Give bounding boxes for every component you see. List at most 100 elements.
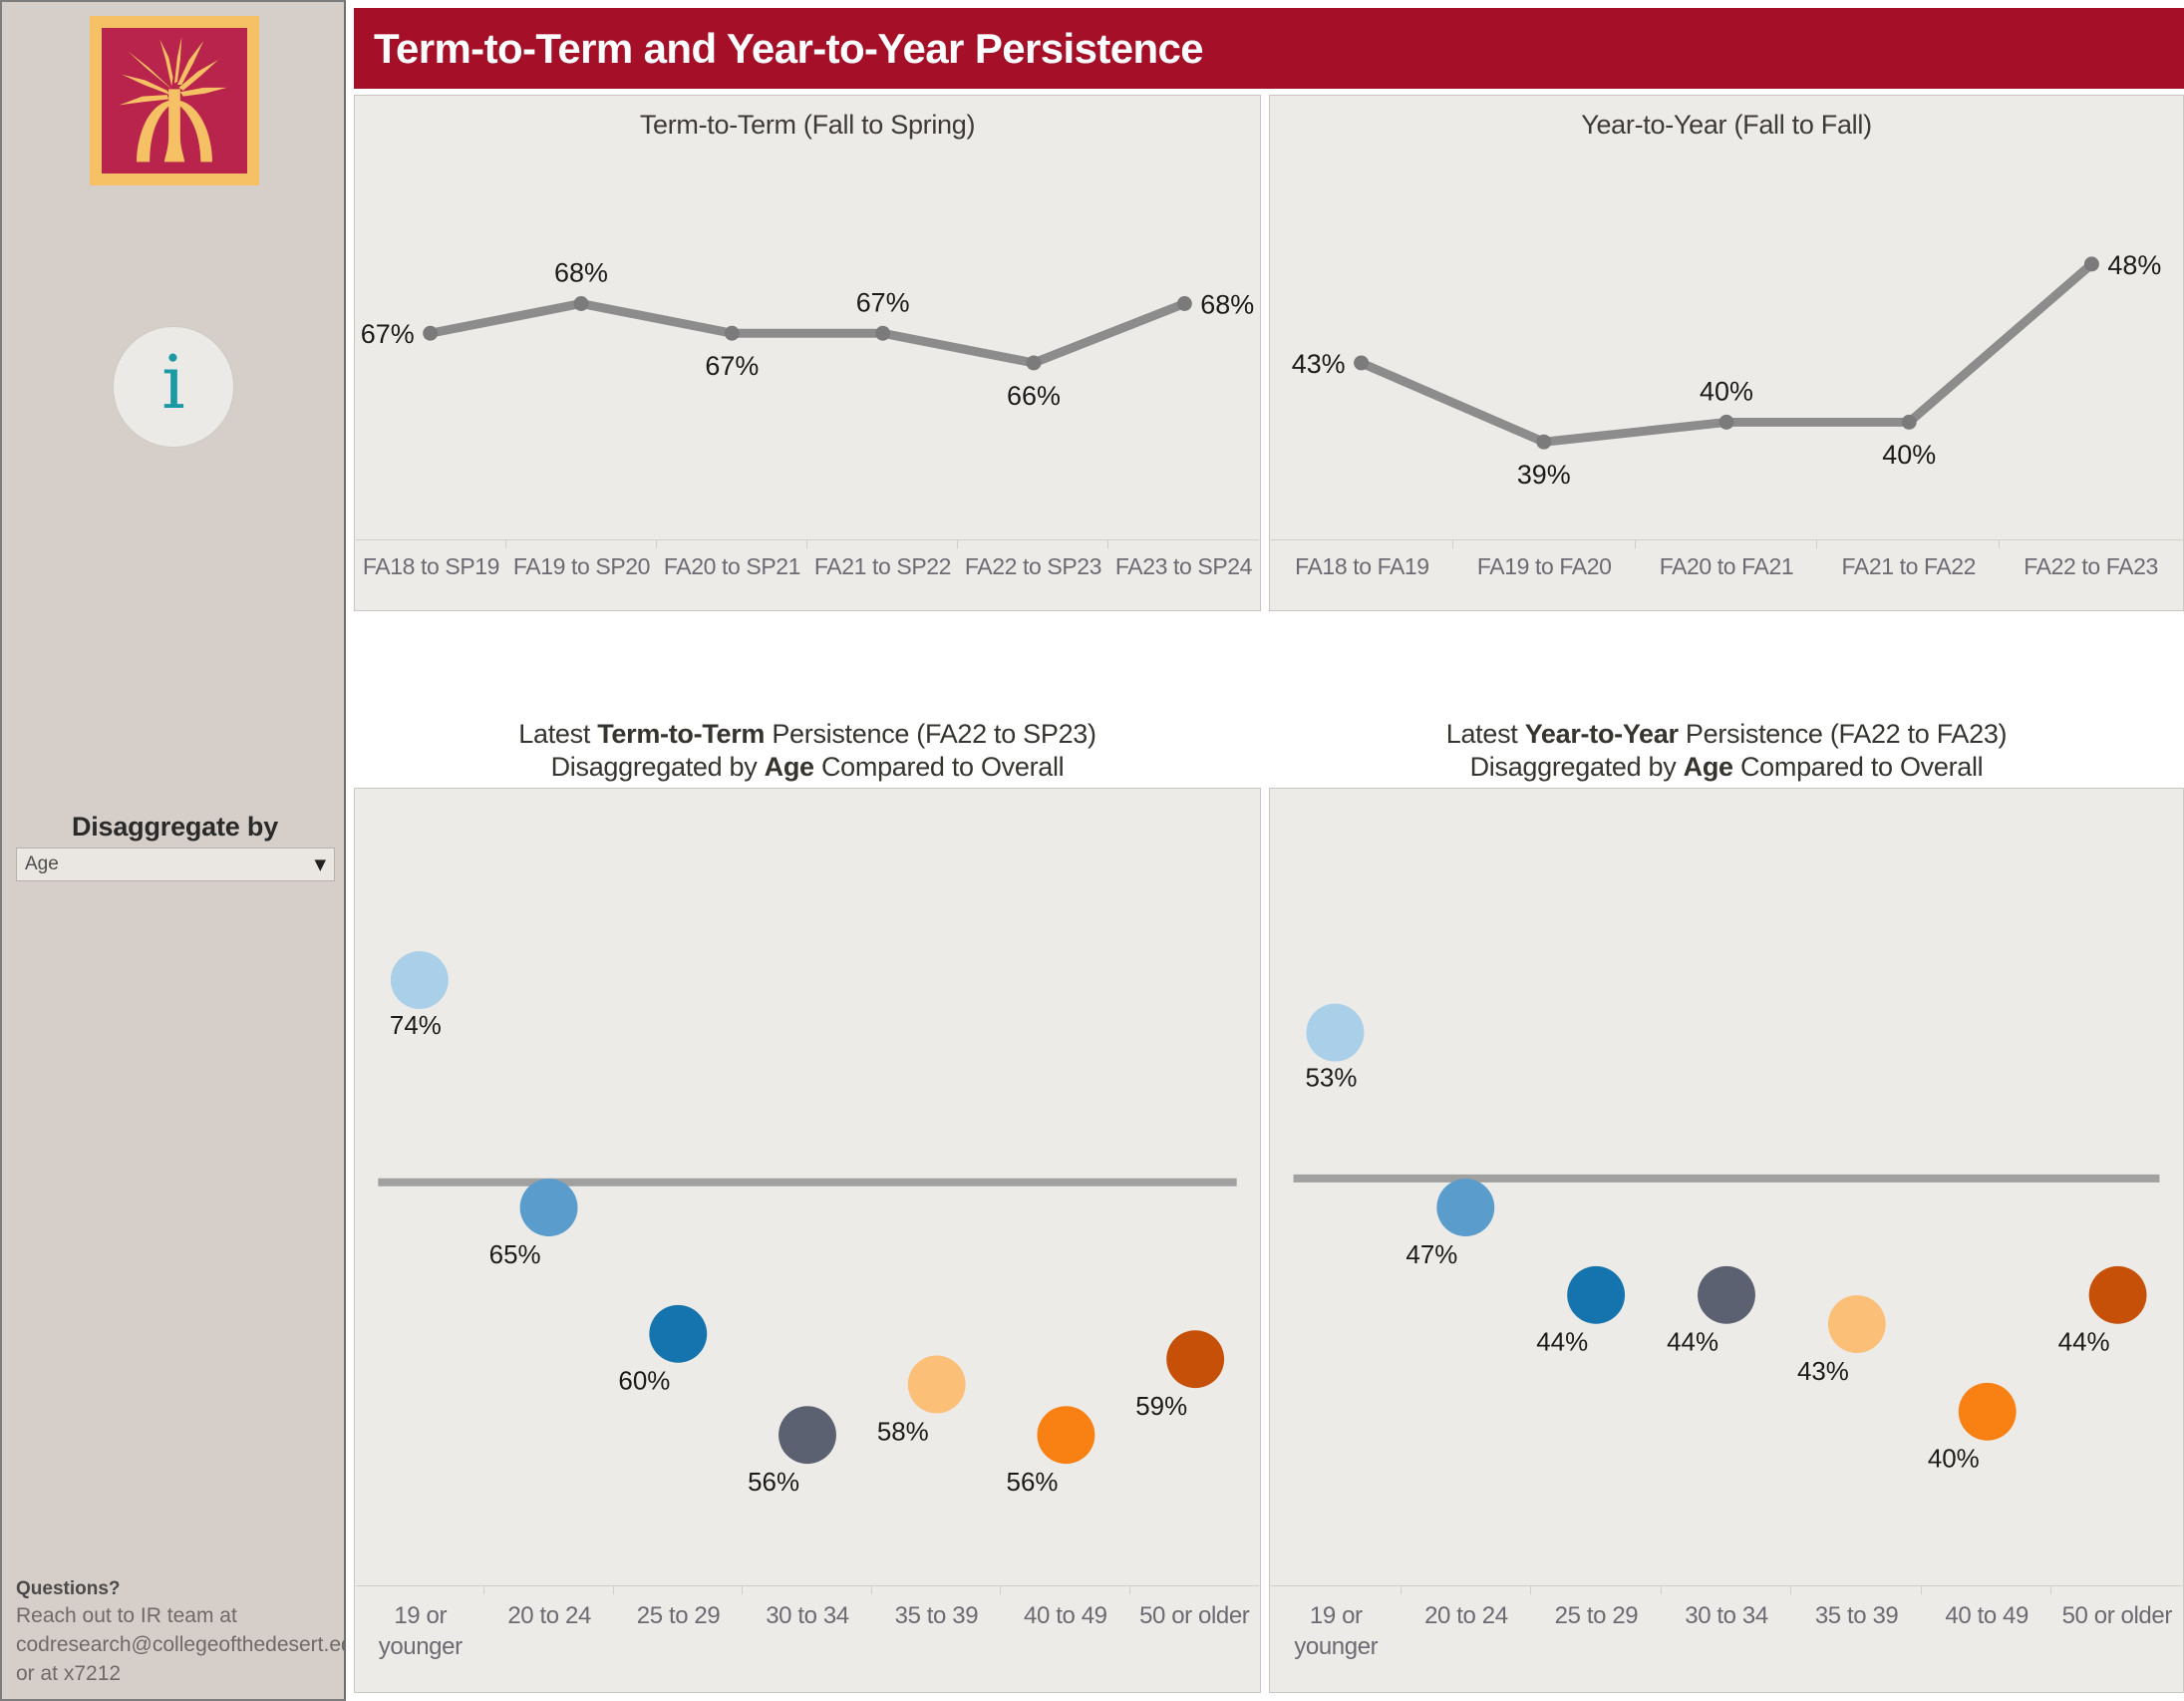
axis-tick-label: FA18 to FA19 [1295,553,1429,579]
data-point[interactable] [2088,1265,2147,1324]
footer-line-2: codresearch@collegeofthedesert.ed [16,1633,353,1657]
axis-tick-label: FA22 to SP23 [964,553,1102,579]
data-label: 40% [1882,440,1936,470]
axis-tick-label: 35 to 39 [1814,1602,1899,1629]
footer-line-3: or at x7212 [16,1662,122,1686]
page-title-text: Term-to-Term and Year-to-Year Persistenc… [374,24,1204,72]
data-point[interactable] [1567,1265,1626,1324]
disaggregate-by-value: Age [25,853,59,874]
axis-tick-label: 50 or older [2061,1602,2173,1629]
axis-tick-label: 40 to 49 [1945,1602,2028,1629]
axis-tick-label: 40 to 49 [1024,1602,1107,1629]
sidebar-footer: Questions? Reach out to IR team at codre… [16,1576,353,1689]
disagg-term-dotchart[interactable]: 74% 65% 60% 56% 58% 56% 59% [355,789,1260,1692]
data-point[interactable] [390,951,449,1009]
data-label: 59% [1135,1393,1187,1421]
data-point[interactable] [779,1406,836,1465]
data-point[interactable] [1436,1179,1495,1237]
panel-term-to-term: Term-to-Term (Fall to Spring) 67% 68% 67% 6… [354,95,1261,611]
college-logo [90,16,259,185]
data-label: 44% [2058,1329,2110,1357]
disagg-year-dotchart[interactable]: 53% 47% 44% 44% 43% 40% 44% [1270,789,2183,1692]
axis-tick-label: 35 to 39 [894,1602,979,1629]
data-label: 67% [705,351,759,381]
year-to-year-linechart[interactable]: 43% 39% 40% 40% 48% [1270,96,2183,610]
data-label: 60% [618,1368,670,1396]
data-point[interactable] [1958,1382,2017,1441]
axis-tick-label: 25 to 29 [636,1602,721,1629]
axis-tick-label: FA19 to SP20 [512,553,651,579]
data-point[interactable] [1166,1330,1225,1389]
data-point[interactable] [1037,1406,1095,1465]
axis-tick-label: FA21 to SP22 [813,553,952,579]
subtitle-left: Latest Term-to-Term Persistence (FA22 to… [354,718,1261,784]
data-label: 39% [1517,460,1571,490]
axis-tick-label: FA19 to FA20 [1476,553,1612,579]
data-point[interactable] [649,1304,708,1363]
data-point[interactable] [1827,1295,1886,1353]
subtitle-right-line1: Latest Year-to-Year Persistence (FA22 to… [1445,719,2008,749]
data-label: 44% [1536,1329,1588,1357]
disaggregate-by-select[interactable]: Age ▼ [16,848,335,881]
data-label: 43% [1292,349,1346,379]
page-title: Term-to-Term and Year-to-Year Persistenc… [354,8,2184,89]
subtitle-right: Latest Year-to-Year Persistence (FA22 to… [1269,718,2184,784]
disagg-year-x-axis: 19 or younger 20 to 24 25 to 29 30 to 34 35 t… [1271,1585,2182,1691]
panel-disagg-term: 74% 65% 60% 56% 58% 56% 59% 19 or younger 20 to … [354,788,1261,1693]
data-label: 67% [856,287,910,317]
axis-tick-label: FA21 to FA22 [1841,553,1977,579]
info-icon-glyph: i [161,340,185,426]
data-label: 66% [1007,381,1061,411]
axis-tick-label: 25 to 29 [1554,1602,1639,1629]
data-label: 68% [554,258,608,288]
data-point[interactable] [1306,1003,1365,1062]
axis-tick-label: FA23 to SP24 [1114,553,1253,579]
axis-tick-label: 30 to 34 [766,1602,849,1629]
data-label: 43% [1797,1358,1849,1386]
axis-tick-label: FA22 to FA23 [2024,553,2158,579]
chevron-down-icon: ▼ [314,854,326,873]
main-area: Term-to-Term and Year-to-Year Persistenc… [346,0,2184,1701]
data-label: 65% [489,1241,541,1269]
data-label: 68% [1200,290,1254,320]
data-label: 56% [1007,1469,1059,1497]
dashboard-root: i Disaggregate by Age ▼ Questions? Reach… [0,0,2184,1701]
disaggregate-by-label: Disaggregate by [71,812,279,842]
disagg-term-x-axis: 19 or younger 20 to 24 25 to 29 30 to 34 35 t… [356,1585,1259,1691]
axis-tick-label: 50 or older [1139,1602,1250,1629]
data-label: 56% [748,1469,799,1497]
data-point[interactable] [1698,1265,1755,1324]
palm-tree-icon [102,28,247,173]
subtitle-right-line2: Disaggregated by Age Compared to Overall [1469,751,1984,782]
data-label: 40% [1928,1446,1980,1474]
footer-line-1: Reach out to IR team at [16,1604,237,1628]
year-to-year-x-axis: FA18 to FA19 FA19 to FA20 FA20 to FA21 FA21… [1271,539,2182,609]
subtitle-left-line1: Latest Term-to-Term Persistence (FA22 to… [518,719,1096,749]
data-label: 48% [2107,250,2161,280]
axis-tick-label: FA20 to SP21 [663,553,801,579]
data-point[interactable] [519,1179,578,1237]
data-label: 40% [1700,377,1753,407]
data-label: 44% [1667,1329,1718,1357]
term-to-term-linechart[interactable]: 67% 68% 67% 67% 66% 68% [355,96,1260,610]
axis-tick-label: 30 to 34 [1685,1602,1768,1629]
data-label: 58% [877,1418,929,1446]
axis-tick-label: 19 or younger [1294,1602,1379,1660]
subtitle-left-line2: Disaggregated by Age Compared to Overall [550,751,1065,782]
data-label: 47% [1405,1241,1457,1269]
footer-heading: Questions? [16,1577,121,1599]
axis-tick-label: 20 to 24 [507,1602,591,1629]
data-label: 67% [361,319,415,349]
axis-tick-label: FA20 to FA21 [1659,553,1794,579]
data-point[interactable] [907,1355,966,1414]
axis-tick-label: FA18 to SP19 [362,553,500,579]
term-to-term-x-axis: FA18 to SP19 FA19 to SP20 FA20 to SP21 FA21… [356,539,1259,609]
sidebar: i Disaggregate by Age ▼ Questions? Reach… [0,0,353,1701]
info-icon[interactable]: i [113,326,234,448]
data-label: 53% [1305,1064,1357,1092]
axis-tick-label: 19 or younger [378,1602,463,1660]
data-label: 74% [390,1012,442,1040]
panel-disagg-year: 53% 47% 44% 44% 43% 40% 44% 19 or younger 20 to … [1269,788,2184,1693]
axis-tick-label: 20 to 24 [1424,1602,1508,1629]
panel-year-to-year: Year-to-Year (Fall to Fall) 43% 39% 40% 40%… [1269,95,2184,611]
